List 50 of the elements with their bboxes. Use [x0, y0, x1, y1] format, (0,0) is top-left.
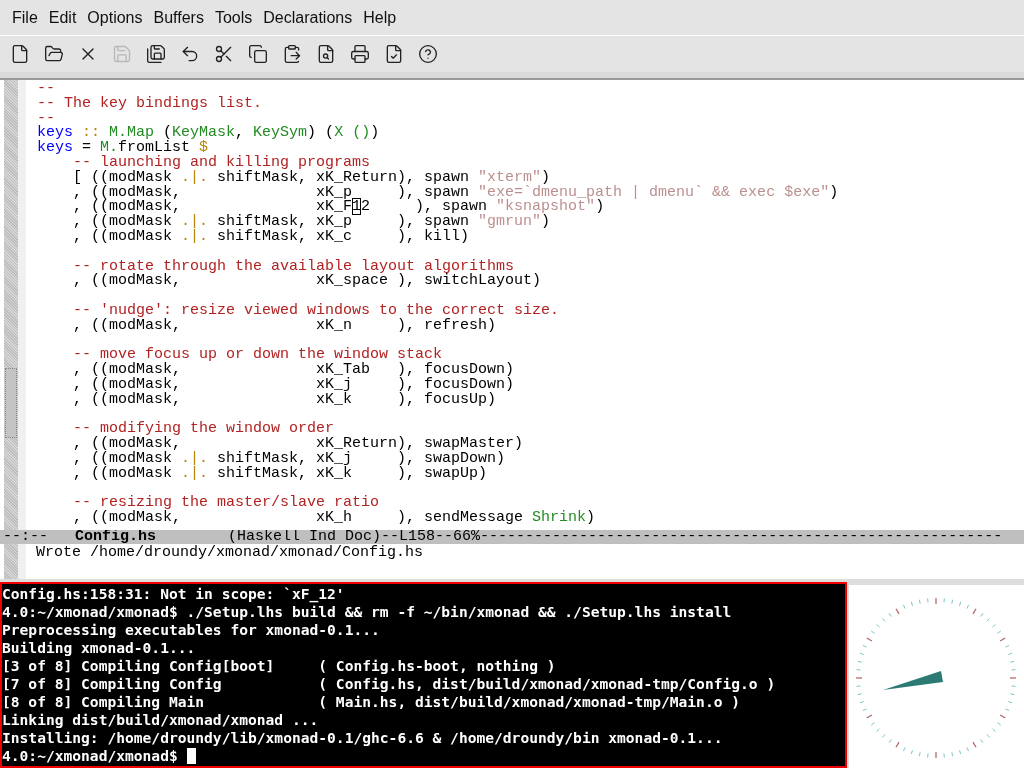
minibuffer-message: Wrote /home/droundy/xmonad/xmonad/Config.hs: [35, 544, 424, 563]
scissors-icon: [214, 44, 234, 64]
code-line: [ ((modMask .|. shiftMask, xK_Return), spawn "xterm"): [72, 170, 551, 186]
menu-item[interactable]: Help: [363, 8, 397, 27]
terminal-line: Config.hs:158:31: Not in scope: `xF_12': [2, 585, 346, 603]
toolbar-button[interactable]: [246, 42, 270, 66]
checklist-icon: [384, 44, 404, 64]
scrollbar-thumb[interactable]: [5, 368, 17, 438]
terminal-prompt: 4.0:~/xmonad/xmonad$: [2, 747, 179, 764]
save-as-icon: [146, 44, 166, 64]
menu-item[interactable]: Options: [87, 8, 143, 27]
terminal[interactable]: [0, 582, 847, 768]
code-line: -- The key bindings list.: [37, 96, 264, 112]
menu-item[interactable]: Declarations: [263, 8, 353, 27]
code-line: , ((modMask, xK_n ), refresh): [72, 318, 498, 334]
code-line: keys :: M.Map (KeyMask, KeySym) (X ()): [37, 126, 381, 142]
undo-icon: [180, 44, 200, 64]
scrollbar[interactable]: [4, 544, 26, 579]
code-line: , ((modMask, xK_space ), switchLayout): [72, 274, 543, 290]
mode-line-status: --:--: [3, 530, 48, 544]
terminal-line: Building xmonad-0.1...: [2, 639, 197, 657]
folder-icon: [44, 44, 64, 64]
terminal-line: [8 of 8] Compiling Main ( Main.hs, dist/build/xmonad/xmonad-tmp/Main.o ): [2, 693, 742, 711]
menu-item[interactable]: Buffers: [153, 8, 204, 27]
toolbar-button[interactable]: [348, 42, 372, 66]
save-icon: [112, 44, 132, 64]
search-icon: [316, 44, 336, 64]
toolbar-button[interactable]: [144, 42, 168, 66]
toolbar-button[interactable]: [416, 42, 440, 66]
terminal-line: 4.0:~/xmonad/xmonad$ ./Setup.lhs build && rm -f ~/bin/xmonad && ./Setup.lhs install: [2, 603, 733, 621]
terminal-line: Linking dist/build/xmonad/xmonad ...: [2, 711, 320, 729]
code-line: , ((modMask, xK_h ), sendMessage Shrink): [72, 511, 597, 526]
code-line: , ((modMask .|. shiftMask, xK_c ), kill): [72, 229, 471, 245]
terminal-line: [7 of 8] Compiling Config ( Config.hs, dist/build/xmonad/xmonad-tmp/Config.o ): [2, 675, 777, 693]
code-line: , ((modMask, xK_k ), focusUp): [72, 392, 497, 408]
paste-icon: [282, 44, 302, 64]
terminal-line: Preprocessing executables for xmonad-0.1...: [2, 621, 381, 639]
terminal-line: [3 of 8] Compiling Config[boot] ( Config.hs-boot, nothing ): [2, 657, 557, 675]
terminal-line: Installing: /home/droundy/lib/xmonad-0.1/ghc-6.6 & /home/droundy/bin xmonad-0.1...: [2, 729, 724, 747]
scrollbar[interactable]: [4, 80, 26, 530]
copy-icon: [248, 44, 268, 64]
code-line: keys = M.fromList $: [37, 141, 209, 156]
printer-icon: [350, 44, 370, 64]
menu-item[interactable]: Tools: [214, 8, 253, 27]
code-line: , ((modMask .|. shiftMask, xK_k ), swapUp): [72, 466, 488, 482]
new-file-icon: [10, 44, 30, 64]
code-line: --: [37, 82, 56, 97]
help-icon: [418, 44, 438, 64]
menu-item[interactable]: File: [12, 8, 38, 27]
menu-item[interactable]: Edit: [48, 8, 77, 27]
